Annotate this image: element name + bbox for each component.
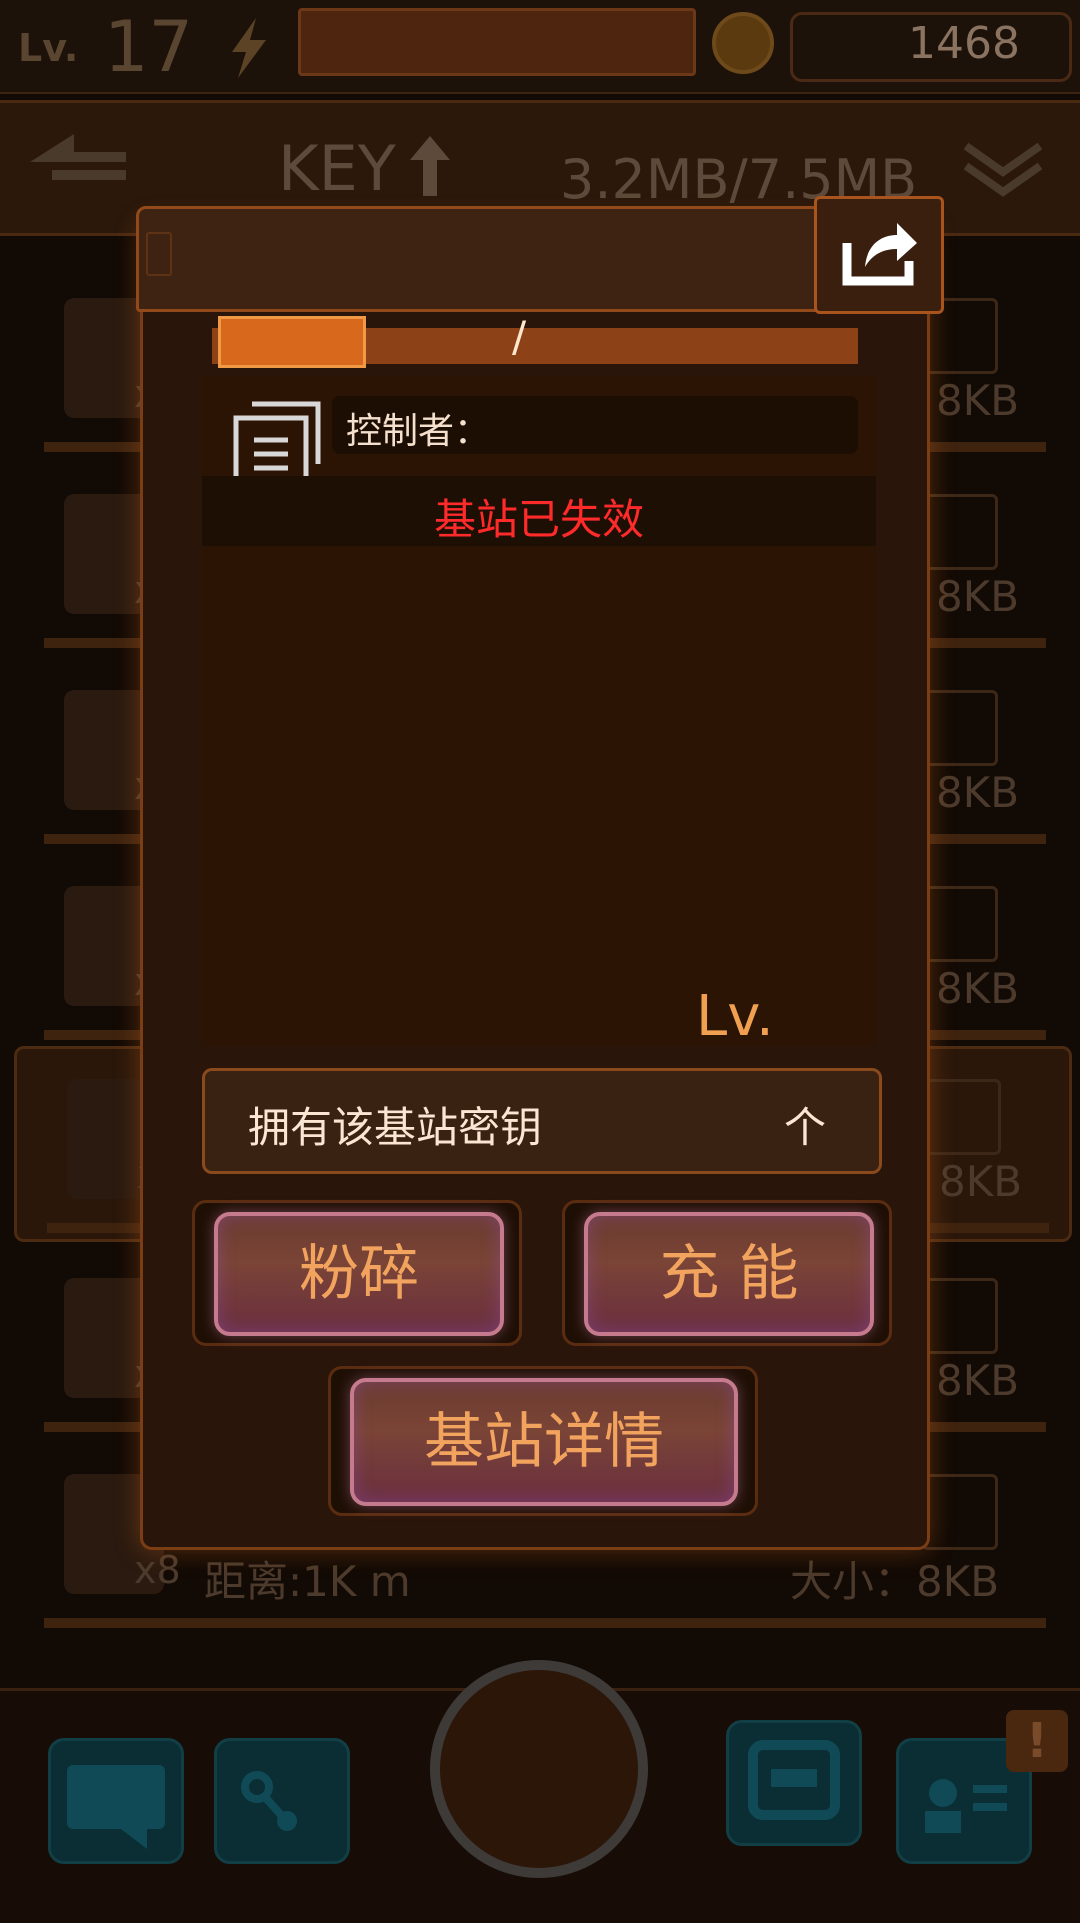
key-unit-label: 个 xyxy=(784,1103,827,1152)
alert-icon[interactable]: ! xyxy=(1006,1710,1068,1772)
item-type-icon xyxy=(922,1278,998,1354)
station-level-label: Lv. xyxy=(696,984,774,1049)
smash-button[interactable]: 粉碎 xyxy=(214,1212,504,1336)
item-type-icon xyxy=(922,690,998,766)
item-size-label: 大小：8KB xyxy=(790,1557,1000,1606)
player-level-value: 17 xyxy=(104,6,194,88)
player-level-label: Lv. xyxy=(18,26,79,70)
item-size: 8KB xyxy=(936,964,1020,1013)
item-distance: 距离:1K m xyxy=(204,1557,411,1606)
share-nodes-icon xyxy=(241,1771,297,1831)
document-icon xyxy=(233,401,321,487)
item-size: 8KB xyxy=(936,376,1020,425)
item-type-icon xyxy=(922,886,998,962)
network-nav-button[interactable] xyxy=(214,1738,350,1864)
station-detail-button[interactable]: 基站详情 xyxy=(350,1378,738,1506)
coin-icon xyxy=(712,12,774,74)
controller-label: 控制者： xyxy=(346,411,491,452)
globe-map-button[interactable] xyxy=(430,1660,648,1878)
item-size: 8KB xyxy=(939,1157,1023,1206)
arrow-up-icon xyxy=(410,136,450,196)
item-size: 8KB xyxy=(936,768,1020,817)
robot-icon xyxy=(748,1740,840,1820)
chevron-down-icon[interactable] xyxy=(958,124,1048,204)
key-ownership-label: 拥有该基站密钥 xyxy=(248,1103,543,1152)
share-icon xyxy=(842,223,917,286)
item-type-icon xyxy=(922,1474,998,1550)
item-type-icon xyxy=(925,1079,1001,1155)
charge-button[interactable]: 充 能 xyxy=(584,1212,874,1336)
item-size: 8KB xyxy=(936,572,1020,621)
item-type-icon xyxy=(922,494,998,570)
energy-bar xyxy=(298,8,696,76)
chat-icon xyxy=(67,1765,165,1849)
item-size: 8KB xyxy=(936,1356,1020,1405)
status-text: 基站已失效 xyxy=(433,495,644,544)
back-arrow-icon[interactable] xyxy=(30,120,130,200)
durability-progress-fill xyxy=(218,316,366,368)
chat-nav-button[interactable] xyxy=(48,1738,184,1864)
durability-progress-text: / xyxy=(512,312,527,361)
robot-nav-button[interactable] xyxy=(726,1720,862,1846)
energy-bolt-icon xyxy=(232,18,266,78)
item-count: x8 xyxy=(134,1548,181,1592)
header-tab-marker xyxy=(146,232,172,276)
share-button[interactable] xyxy=(814,196,944,314)
coin-value: 1468 xyxy=(908,18,1020,69)
key-label: KEY xyxy=(278,132,396,205)
